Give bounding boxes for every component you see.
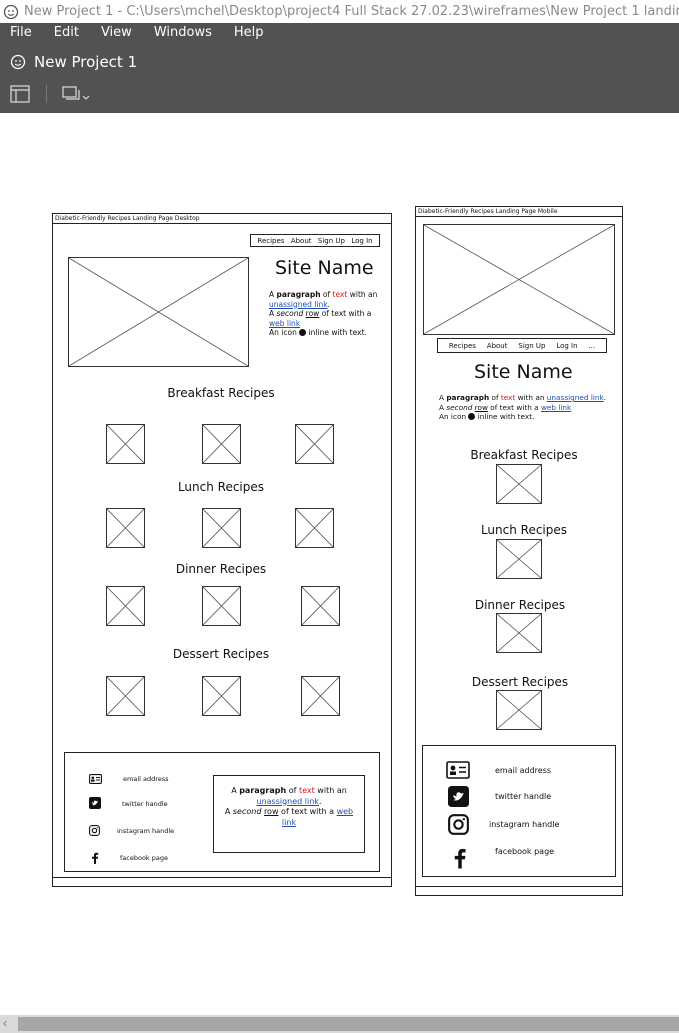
footer-web-link[interactable]: web: [337, 807, 354, 816]
recipe-image-placeholder: [106, 508, 145, 548]
desktop-dessert-title: Dessert Recipes: [172, 647, 270, 661]
footer-unassigned-link[interactable]: unassigned link: [257, 797, 319, 806]
mobile-nav-recipes[interactable]: Recipes: [449, 342, 476, 350]
desktop-wireframe[interactable]: Diabetic-Friendly Recipes Landing Page D…: [52, 213, 392, 887]
desktop-frame-bottom-bar: [53, 877, 391, 886]
mobile-nav-log-in[interactable]: Log In: [556, 342, 577, 350]
mobile-nav-sign-up[interactable]: Sign Up: [518, 342, 545, 350]
menu-bar: File Edit View Windows Help: [0, 23, 263, 44]
recipe-image-placeholder: [106, 424, 145, 464]
mobile-frame-title: Diabetic-Friendly Recipes Landing Page M…: [416, 207, 622, 217]
desktop-lunch-title: Lunch Recipes: [177, 480, 265, 494]
mobile-site-name: Site Name: [474, 361, 573, 383]
twitter-handle-label: twitter handle: [122, 800, 168, 808]
mobile-recipe-image-placeholder: [496, 539, 542, 579]
project-tab[interactable]: New Project 1: [10, 53, 137, 71]
mobile-facebook-page-label: facebook page: [495, 847, 555, 856]
menu-help[interactable]: Help: [234, 23, 264, 44]
footer-web-link-cont[interactable]: link: [282, 818, 296, 827]
mobile-nav-more[interactable]: ...: [588, 342, 595, 350]
layout-panel-button[interactable]: [8, 83, 32, 105]
app-chrome: File Edit View Windows Help New Project …: [0, 23, 679, 113]
mobile-instagram-icon: [448, 814, 469, 835]
hero-image-placeholder: [68, 257, 249, 367]
scrollbar-thumb[interactable]: [18, 1017, 679, 1031]
twitter-icon: [89, 797, 101, 809]
title-bar: New Project 1 - C:\Users\mchel\Desktop\p…: [0, 0, 679, 23]
mobile-web-link[interactable]: web link: [541, 403, 571, 412]
mobile-twitter-icon: [448, 786, 469, 807]
mobile-contact-card-icon: [446, 761, 470, 779]
menu-file[interactable]: File: [10, 23, 32, 44]
window-title: New Project 1 - C:\Users\mchel\Desktop\p…: [24, 4, 679, 19]
mobile-email-address-label: email address: [495, 766, 552, 775]
mobile-recipe-image-placeholder: [496, 690, 542, 730]
recipe-image-placeholder: [202, 424, 241, 464]
facebook-icon: [92, 852, 99, 864]
facebook-page-label: facebook page: [120, 854, 168, 862]
mobile-twitter-handle-label: twitter handle: [495, 792, 552, 801]
mobile-unassigned-link[interactable]: unassigned link: [547, 393, 604, 402]
mobile-recipe-image-placeholder: [496, 613, 542, 653]
recipe-image-placeholder: [295, 424, 334, 464]
mobile-nav: Recipes About Sign Up Log In ...: [437, 338, 607, 353]
menu-windows[interactable]: Windows: [154, 23, 212, 44]
footer-paragraph: A paragraph of text with an unassigned l…: [213, 775, 365, 853]
mobile-footer: email address twitter handle instagram h…: [422, 745, 616, 877]
mobile-instagram-handle-label: instagram handle: [489, 820, 560, 829]
mobile-facebook-icon: [454, 848, 466, 869]
recipe-image-placeholder: [106, 586, 145, 626]
recipe-image-placeholder: [106, 676, 145, 716]
nav-sign-up[interactable]: Sign Up: [318, 237, 345, 245]
menu-view[interactable]: View: [101, 23, 132, 44]
toolbar: [8, 83, 93, 105]
recipe-image-placeholder: [295, 508, 334, 548]
web-link[interactable]: web link: [269, 319, 300, 328]
mobile-breakfast-title: Breakfast Recipes: [470, 448, 578, 462]
mobile-nav-about[interactable]: About: [487, 342, 508, 350]
email-address-label: email address: [123, 775, 169, 783]
mobile-lunch-title: Lunch Recipes: [480, 523, 568, 537]
nav-recipes[interactable]: Recipes: [257, 237, 284, 245]
desktop-footer: email address twitter handle instagram h…: [64, 752, 380, 872]
mobile-recipe-image-placeholder: [496, 464, 542, 504]
toolbar-divider: [46, 85, 47, 103]
mobile-intro-paragraph: A paragraph of text with an unassigned l…: [439, 393, 607, 421]
mobile-wireframe[interactable]: Diabetic-Friendly Recipes Landing Page M…: [415, 206, 623, 896]
arrange-button[interactable]: [61, 83, 93, 105]
desktop-dinner-title: Dinner Recipes: [175, 562, 267, 576]
project-icon: [10, 54, 26, 70]
desktop-intro-paragraph: A paragraph of text with an unassigned l…: [269, 290, 378, 337]
horizontal-scrollbar[interactable]: ‹: [0, 1015, 679, 1033]
desktop-breakfast-title: Breakfast Recipes: [167, 386, 275, 400]
menu-edit[interactable]: Edit: [54, 23, 79, 44]
app-logo-icon: [3, 4, 19, 19]
recipe-image-placeholder: [301, 586, 340, 626]
layout-panel-icon: [10, 85, 30, 103]
recipe-image-placeholder: [202, 508, 241, 548]
desktop-nav: Recipes About Sign Up Log In: [250, 234, 380, 247]
mobile-hero-image-placeholder: [423, 224, 615, 335]
mobile-dessert-title: Dessert Recipes: [471, 675, 569, 689]
scroll-left-icon[interactable]: ‹: [3, 1016, 7, 1030]
nav-log-in[interactable]: Log In: [351, 237, 372, 245]
unassigned-link[interactable]: unassigned link: [269, 300, 328, 309]
desktop-site-name: Site Name: [275, 257, 374, 279]
project-name: New Project 1: [34, 53, 138, 71]
instagram-icon: [89, 825, 100, 836]
mobile-dinner-title: Dinner Recipes: [474, 598, 566, 612]
nav-about[interactable]: About: [291, 237, 312, 245]
mobile-frame-bottom-bar: [416, 886, 622, 895]
recipe-image-placeholder: [202, 676, 241, 716]
contact-card-icon: [89, 774, 102, 784]
recipe-image-placeholder: [301, 676, 340, 716]
desktop-frame-title: Diabetic-Friendly Recipes Landing Page D…: [53, 214, 391, 224]
arrange-dropdown-icon: [62, 86, 90, 100]
recipe-image-placeholder: [202, 586, 241, 626]
instagram-handle-label: instagram handle: [117, 827, 175, 835]
